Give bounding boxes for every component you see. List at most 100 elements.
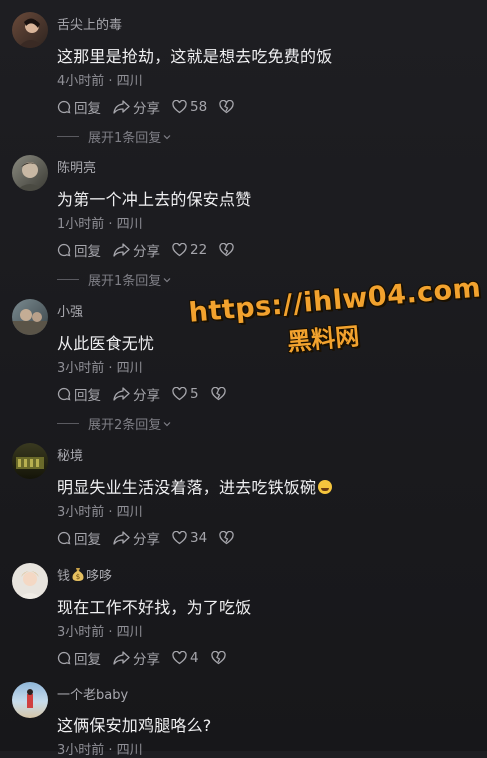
username[interactable]: 舌尖上的毒 — [57, 14, 122, 33]
svg-text:$: $ — [76, 573, 80, 581]
reply-label: 回复 — [74, 652, 101, 668]
share-icon — [113, 100, 130, 114]
expand-replies[interactable]: 展开2条回复 — [57, 414, 173, 433]
expand-label: 展开1条回复 — [88, 274, 162, 289]
reply-icon — [57, 100, 71, 114]
dislike-icon — [219, 531, 234, 545]
heart-icon — [172, 531, 187, 545]
avatar-image — [12, 309, 48, 335]
reply-icon — [57, 651, 71, 665]
expand-label: 展开1条回复 — [88, 131, 162, 146]
reply-button[interactable]: 回复 — [57, 384, 101, 404]
reply-label: 回复 — [74, 101, 101, 117]
username[interactable]: 小强 — [57, 301, 83, 320]
comment-meta: 3小时前 · 四川 — [57, 361, 143, 376]
username-part: 钱 — [57, 569, 71, 584]
divider-line — [57, 279, 79, 280]
comment-actions: 回复 分享 5 — [57, 384, 241, 404]
heart-icon — [172, 651, 187, 665]
comment-text: 这俩保安加鸡腿咯么? — [57, 716, 212, 735]
share-icon — [113, 531, 130, 545]
comment-actions: 回复 分享 34 — [57, 528, 249, 548]
like-button[interactable]: 5 — [172, 386, 199, 402]
share-button[interactable]: 分享 — [113, 384, 160, 404]
reply-label: 回复 — [74, 244, 101, 260]
reply-icon — [57, 531, 71, 545]
comment-actions: 回复 分享 58 — [57, 97, 249, 117]
dislike-icon — [219, 243, 234, 257]
share-button[interactable]: 分享 — [113, 97, 160, 117]
comment-text: 从此医食无忧 — [57, 334, 155, 353]
share-button[interactable]: 分享 — [113, 648, 160, 668]
laughing-emoji-icon — [318, 480, 333, 494]
share-label: 分享 — [133, 532, 160, 548]
comment-text: 这那里是抢劫，这就是想去吃免费的饭 — [57, 47, 333, 66]
avatar-image — [18, 18, 44, 48]
like-count: 4 — [190, 650, 199, 666]
comment-meta: 3小时前 · 四川 — [57, 625, 143, 640]
username-part: 哆哆 — [86, 569, 113, 584]
comment-text: 现在工作不好找，为了吃饭 — [57, 598, 252, 617]
share-button[interactable]: 分享 — [113, 240, 160, 260]
divider-line — [57, 423, 79, 424]
like-button[interactable]: 22 — [172, 242, 207, 258]
dislike-button[interactable] — [210, 651, 229, 665]
reply-label: 回复 — [74, 532, 101, 548]
money-bag-icon: $ — [72, 568, 84, 581]
expand-replies[interactable]: 展开1条回复 — [57, 270, 173, 289]
comment-meta: 1小时前 · 四川 — [57, 217, 143, 232]
username[interactable]: 一个老baby — [57, 684, 128, 703]
username[interactable]: 钱 $ 哆哆 — [57, 565, 112, 584]
comment-meta: 3小时前 · 四川 — [57, 505, 143, 520]
avatar-image — [16, 162, 44, 191]
avatar-image — [18, 571, 42, 599]
avatar[interactable] — [12, 443, 48, 479]
share-icon — [113, 243, 130, 257]
avatar[interactable] — [12, 563, 48, 599]
share-label: 分享 — [133, 388, 160, 404]
comment-actions: 回复 分享 22 — [57, 240, 249, 260]
avatar[interactable] — [12, 299, 48, 335]
heart-icon — [172, 243, 187, 257]
divider-line — [57, 136, 79, 137]
share-button[interactable]: 分享 — [113, 528, 160, 548]
avatar[interactable] — [12, 682, 48, 718]
avatar-image — [16, 457, 44, 469]
username[interactable]: 陈明亮 — [57, 157, 96, 176]
expand-replies[interactable]: 展开1条回复 — [57, 127, 173, 146]
avatar[interactable] — [12, 155, 48, 191]
avatar-image — [27, 689, 33, 708]
like-count: 34 — [190, 530, 208, 546]
chevron-down-icon — [163, 421, 171, 426]
heart-icon — [172, 100, 187, 114]
share-label: 分享 — [133, 652, 160, 668]
share-icon — [113, 651, 130, 665]
reply-icon — [57, 387, 71, 401]
dislike-button[interactable] — [219, 243, 237, 257]
dislike-icon — [210, 651, 226, 665]
dislike-button[interactable] — [210, 387, 229, 401]
comment-text-content: 明显失业生活没着落，进去吃铁饭碗 — [57, 478, 317, 497]
reply-button[interactable]: 回复 — [57, 528, 101, 548]
comment-actions: 回复 分享 4 — [57, 648, 241, 668]
like-button[interactable]: 34 — [172, 530, 207, 546]
dislike-icon — [219, 100, 234, 114]
like-button[interactable]: 4 — [172, 650, 199, 666]
reply-button[interactable]: 回复 — [57, 97, 101, 117]
comment-meta: 3小时前 · 四川 — [57, 743, 143, 758]
avatar[interactable] — [12, 12, 48, 48]
share-label: 分享 — [133, 244, 160, 260]
like-button[interactable]: 58 — [172, 99, 207, 115]
reply-button[interactable]: 回复 — [57, 648, 101, 668]
reply-button[interactable]: 回复 — [57, 240, 101, 260]
dislike-icon — [210, 387, 226, 401]
dislike-button[interactable] — [219, 100, 237, 114]
watermark: https://ihlw04.com 黑料网 — [188, 272, 486, 365]
comment-meta: 4小时前 · 四川 — [57, 74, 143, 89]
dislike-button[interactable] — [219, 531, 237, 545]
heart-icon — [172, 387, 187, 401]
username[interactable]: 秘境 — [57, 445, 83, 464]
chevron-down-icon — [163, 277, 171, 282]
like-count: 22 — [190, 242, 208, 258]
like-count: 58 — [190, 99, 208, 115]
